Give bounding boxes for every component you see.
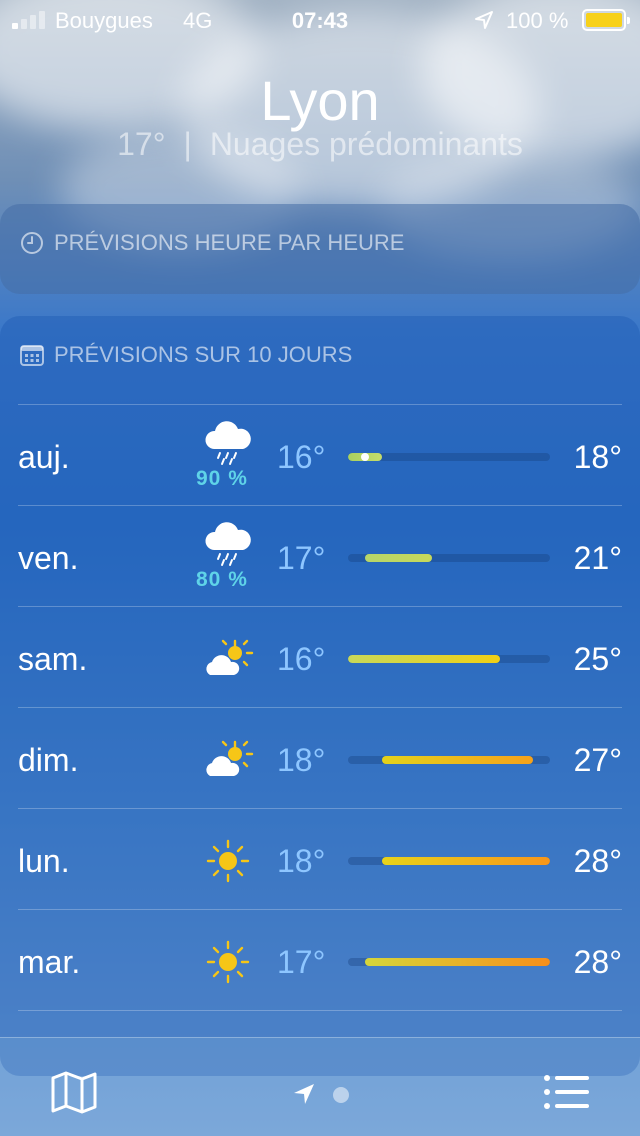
high-temperature: 25° [573,641,622,677]
low-temperature: 17° [277,540,326,576]
forecast-row: auj. 90 % 16° 18° [0,405,640,505]
forecast-row: sam. 16° 25° [0,607,640,707]
high-temperature: 28° [573,944,622,980]
battery-percent: 100 % [506,8,569,33]
temperature-range-fill [381,756,534,764]
high-temperature: 18° [573,439,622,475]
temperature-range-bar [348,453,550,461]
forecast-day-label: lun. [18,843,70,879]
sun-cloud-icon [200,631,256,687]
calendar-icon [20,345,44,366]
city-name: Lyon [260,69,380,132]
forecast-day-label: sam. [18,641,88,677]
forecast-day-label: dim. [18,742,79,778]
temperature-range-fill [364,554,433,562]
temperature-range-fill [348,655,500,663]
forecast-row: dim. 18° 27° [0,708,640,808]
clock-icon [21,232,43,254]
row-divider [18,1010,622,1011]
summary-separator: | [183,126,192,162]
temperature-range-fill [364,958,550,966]
forecast-row: ven. 80 % 17° 21° [0,506,640,606]
current-summary: 17° | Nuages prédominants [0,126,640,163]
temperature-range-bar [348,756,550,764]
current-temperature-dot [360,453,369,461]
precipitation-chance: 90 % [196,467,248,490]
high-temperature: 27° [573,742,622,778]
hourly-forecast-card[interactable]: PRÉVISIONS HEURE PAR HEURE [0,204,640,294]
sun-icon [200,934,256,990]
high-temperature: 28° [573,843,622,879]
hourly-forecast-header: PRÉVISIONS HEURE PAR HEURE [20,230,404,256]
low-temperature: 16° [277,439,326,475]
map-icon[interactable] [50,1070,98,1114]
sun-icon [200,833,256,889]
hourly-forecast-title: PRÉVISIONS HEURE PAR HEURE [54,230,405,255]
forecast-row: mar. 17° 28° [0,910,640,1010]
low-temperature: 18° [277,843,326,879]
temperature-range-fill [381,857,550,865]
forecast-day-label: mar. [18,944,81,980]
page-indicator-dot[interactable] [333,1087,349,1103]
bottom-toolbar [0,1037,640,1136]
temperature-range-bar [348,655,550,663]
low-temperature: 17° [277,944,326,980]
high-temperature: 21° [573,540,622,576]
forecast-day-label: ven. [18,540,79,576]
daily-forecast-card[interactable]: PRÉVISIONS SUR 10 JOURS auj. 90 % 16° 18° ve… [0,316,640,1076]
daily-forecast-title: PRÉVISIONS SUR 10 JOURS [54,342,353,367]
cloud-rain-icon [200,413,256,469]
current-temperature: 17° [117,126,166,162]
forecast-day-label: auj. [18,439,70,475]
cloud-rain-icon [200,514,256,570]
forecast-row: lun. 18° 28° [0,809,640,909]
current-condition: Nuages prédominants [209,126,523,162]
temperature-range-bar [348,857,550,865]
status-bar: Bouygues 4G 07:43 100 % [0,0,640,40]
location-arrow-icon[interactable] [292,1082,316,1106]
low-temperature: 16° [277,641,326,677]
location-services-icon [475,11,493,29]
list-icon[interactable] [543,1074,589,1110]
temperature-range-bar [348,958,550,966]
low-temperature: 18° [277,742,326,778]
sun-cloud-icon [200,732,256,788]
precipitation-chance: 80 % [196,568,248,591]
battery-icon [582,9,630,31]
daily-forecast-header: PRÉVISIONS SUR 10 JOURS [20,342,352,368]
temperature-range-bar [348,554,550,562]
